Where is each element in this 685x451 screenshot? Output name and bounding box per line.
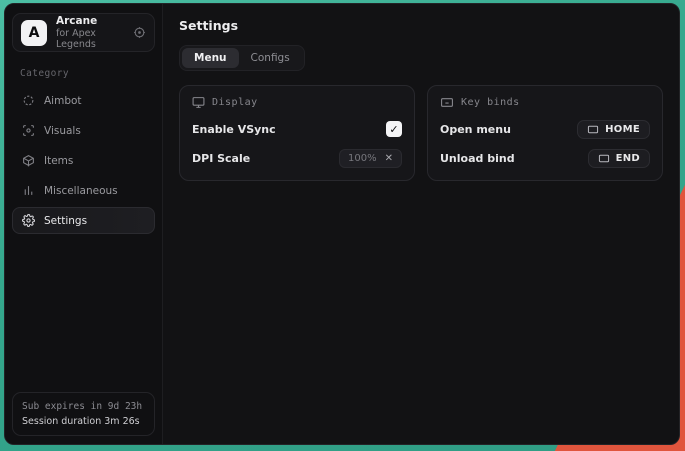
gear-icon: [22, 214, 35, 227]
app-name: Arcane: [56, 15, 124, 27]
keybinds-card-title: Key binds: [461, 97, 520, 108]
unload-bind-row: Unload bind END: [440, 148, 650, 168]
sidebar-item-items[interactable]: Items: [12, 147, 155, 174]
app-header-card: A Arcane for Apex Legends: [12, 13, 155, 52]
open-menu-label: Open menu: [440, 123, 511, 136]
sidebar-item-visuals[interactable]: Visuals: [12, 117, 155, 144]
session-duration-text: Session duration 3m 26s: [22, 416, 145, 427]
keyboard-icon: [598, 153, 610, 164]
unload-bind-label: Unload bind: [440, 152, 515, 165]
page-title: Settings: [179, 18, 663, 33]
display-card-header: Display: [192, 96, 402, 109]
vsync-row: Enable VSync ✓: [192, 119, 402, 139]
open-menu-keybind-button[interactable]: HOME: [577, 120, 650, 139]
dpi-scale-row: DPI Scale 100% ✕: [192, 148, 402, 168]
eye-icon: [22, 124, 35, 137]
display-card-title: Display: [212, 97, 258, 108]
chart-icon: [22, 184, 35, 197]
sub-expiry-text: Sub expires in 9d 23h: [22, 401, 145, 412]
keyboard-icon: [587, 124, 599, 135]
sidebar-item-miscellaneous[interactable]: Miscellaneous: [12, 177, 155, 204]
tab-menu[interactable]: Menu: [182, 48, 239, 68]
keybinds-card: Key binds Open menu HOME Unload bind: [427, 85, 663, 181]
app-logo: A: [21, 20, 47, 46]
unload-keybind-button[interactable]: END: [588, 149, 650, 168]
vsync-label: Enable VSync: [192, 123, 276, 136]
target-icon[interactable]: [133, 26, 146, 39]
app-title-block: Arcane for Apex Legends: [56, 15, 124, 50]
settings-cards: Display Enable VSync ✓ DPI Scale 100% ✕: [179, 85, 663, 181]
keyboard-icon: [440, 96, 454, 109]
app-window: A Arcane for Apex Legends Category: [4, 3, 680, 445]
settings-tab-bar: Menu Configs: [179, 45, 305, 71]
open-menu-row: Open menu HOME: [440, 119, 650, 139]
category-label: Category: [20, 68, 155, 79]
sidebar-item-label: Visuals: [44, 125, 81, 137]
display-card: Display Enable VSync ✓ DPI Scale 100% ✕: [179, 85, 415, 181]
crosshair-icon: [22, 94, 35, 107]
dpi-scale-value: 100%: [348, 153, 377, 164]
sidebar-nav: Aimbot Visuals Items: [12, 87, 155, 234]
box-icon: [22, 154, 35, 167]
check-icon: ✓: [389, 123, 398, 136]
main-content: Settings Menu Configs Display Enable VSy…: [163, 4, 679, 444]
vsync-checkbox[interactable]: ✓: [386, 121, 402, 137]
open-menu-key: HOME: [605, 124, 640, 135]
sidebar-item-label: Items: [44, 155, 73, 167]
app-subtitle: for Apex Legends: [56, 28, 124, 50]
keybinds-card-header: Key binds: [440, 96, 650, 109]
sidebar-item-aimbot[interactable]: Aimbot: [12, 87, 155, 114]
sidebar-item-label: Miscellaneous: [44, 185, 118, 197]
dpi-scale-label: DPI Scale: [192, 152, 250, 165]
tab-configs[interactable]: Configs: [239, 48, 302, 68]
sidebar: A Arcane for Apex Legends Category: [5, 4, 163, 444]
sidebar-item-label: Aimbot: [44, 95, 82, 107]
monitor-icon: [192, 96, 205, 109]
sidebar-item-label: Settings: [44, 215, 87, 227]
unload-bind-key: END: [616, 153, 640, 164]
clear-icon[interactable]: ✕: [385, 153, 393, 164]
subscription-info-box: Sub expires in 9d 23h Session duration 3…: [12, 392, 155, 436]
dpi-scale-input[interactable]: 100% ✕: [339, 149, 402, 168]
sidebar-item-settings[interactable]: Settings: [12, 207, 155, 234]
